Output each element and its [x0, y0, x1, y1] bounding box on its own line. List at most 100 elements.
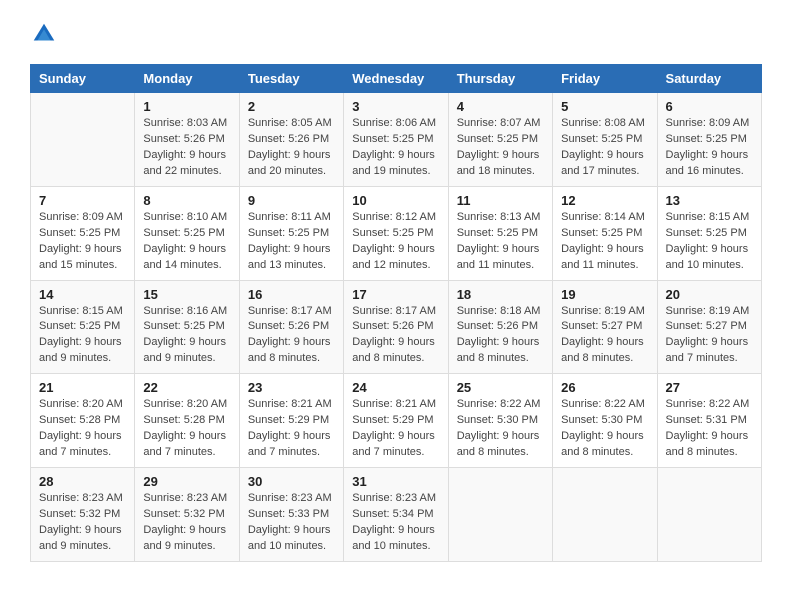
calendar-cell: 13 Sunrise: 8:15 AMSunset: 5:25 PMDayligh…	[657, 186, 761, 280]
day-info: Sunrise: 8:20 AMSunset: 5:28 PMDaylight:…	[39, 397, 126, 461]
day-number: 2	[248, 99, 335, 114]
day-info: Sunrise: 8:17 AMSunset: 5:26 PMDaylight:…	[352, 304, 439, 368]
day-number: 6	[666, 99, 753, 114]
day-info: Sunrise: 8:13 AMSunset: 5:25 PMDaylight:…	[457, 210, 544, 274]
calendar-cell: 5 Sunrise: 8:08 AMSunset: 5:25 PMDaylight…	[553, 93, 657, 187]
day-info: Sunrise: 8:18 AMSunset: 5:26 PMDaylight:…	[457, 304, 544, 368]
logo-icon	[30, 20, 58, 48]
day-info: Sunrise: 8:21 AMSunset: 5:29 PMDaylight:…	[352, 397, 439, 461]
day-info: Sunrise: 8:16 AMSunset: 5:25 PMDaylight:…	[143, 304, 230, 368]
calendar-cell: 31 Sunrise: 8:23 AMSunset: 5:34 PMDayligh…	[344, 468, 448, 562]
day-number: 15	[143, 287, 230, 302]
day-number: 30	[248, 474, 335, 489]
day-number: 16	[248, 287, 335, 302]
calendar-cell	[657, 468, 761, 562]
calendar-cell: 28 Sunrise: 8:23 AMSunset: 5:32 PMDayligh…	[31, 468, 135, 562]
day-info: Sunrise: 8:10 AMSunset: 5:25 PMDaylight:…	[143, 210, 230, 274]
day-info: Sunrise: 8:15 AMSunset: 5:25 PMDaylight:…	[39, 304, 126, 368]
calendar-cell: 10Sunrise: 8:12 AMSunset: 5:25 PMDayligh…	[344, 186, 448, 280]
day-info: Sunrise: 8:23 AMSunset: 5:34 PMDaylight:…	[352, 491, 439, 555]
calendar-week-row: 1 Sunrise: 8:03 AMSunset: 5:26 PMDaylight…	[31, 93, 762, 187]
calendar-cell: 24Sunrise: 8:21 AMSunset: 5:29 PMDayligh…	[344, 374, 448, 468]
calendar-cell: 4 Sunrise: 8:07 AMSunset: 5:25 PMDaylight…	[448, 93, 552, 187]
calendar-cell: 12 Sunrise: 8:14 AMSunset: 5:25 PMDayligh…	[553, 186, 657, 280]
day-info: Sunrise: 8:22 AMSunset: 5:31 PMDaylight:…	[666, 397, 753, 461]
calendar-cell: 6 Sunrise: 8:09 AMSunset: 5:25 PMDaylight…	[657, 93, 761, 187]
day-number: 27	[666, 380, 753, 395]
calendar-cell: 23 Sunrise: 8:21 AMSunset: 5:29 PMDayligh…	[239, 374, 343, 468]
day-number: 3	[352, 99, 439, 114]
calendar-cell: 27 Sunrise: 8:22 AMSunset: 5:31 PMDayligh…	[657, 374, 761, 468]
day-number: 19	[561, 287, 648, 302]
day-info: Sunrise: 8:08 AMSunset: 5:25 PMDaylight:…	[561, 116, 648, 180]
day-info: Sunrise: 8:19 AMSunset: 5:27 PMDaylight:…	[666, 304, 753, 368]
day-number: 18	[457, 287, 544, 302]
calendar-cell: 2 Sunrise: 8:05 AMSunset: 5:26 PMDaylight…	[239, 93, 343, 187]
day-number: 4	[457, 99, 544, 114]
day-number: 14	[39, 287, 126, 302]
weekday-header-saturday: Saturday	[657, 65, 761, 93]
day-number: 1	[143, 99, 230, 114]
calendar-cell: 29 Sunrise: 8:23 AMSunset: 5:32 PMDayligh…	[135, 468, 239, 562]
day-number: 29	[143, 474, 230, 489]
weekday-row: SundayMondayTuesdayWednesdayThursdayFrid…	[31, 65, 762, 93]
day-number: 17	[352, 287, 439, 302]
day-info: Sunrise: 8:14 AMSunset: 5:25 PMDaylight:…	[561, 210, 648, 274]
day-info: Sunrise: 8:22 AMSunset: 5:30 PMDaylight:…	[457, 397, 544, 461]
day-info: Sunrise: 8:03 AMSunset: 5:26 PMDaylight:…	[143, 116, 230, 180]
day-number: 25	[457, 380, 544, 395]
day-info: Sunrise: 8:09 AMSunset: 5:25 PMDaylight:…	[39, 210, 126, 274]
logo	[30, 20, 62, 48]
calendar-cell: 14 Sunrise: 8:15 AMSunset: 5:25 PMDayligh…	[31, 280, 135, 374]
day-info: Sunrise: 8:23 AMSunset: 5:32 PMDaylight:…	[39, 491, 126, 555]
day-number: 28	[39, 474, 126, 489]
day-info: Sunrise: 8:23 AMSunset: 5:33 PMDaylight:…	[248, 491, 335, 555]
day-info: Sunrise: 8:19 AMSunset: 5:27 PMDaylight:…	[561, 304, 648, 368]
calendar-cell: 3Sunrise: 8:06 AMSunset: 5:25 PMDaylight…	[344, 93, 448, 187]
day-info: Sunrise: 8:15 AMSunset: 5:25 PMDaylight:…	[666, 210, 753, 274]
day-number: 9	[248, 193, 335, 208]
calendar-cell: 21 Sunrise: 8:20 AMSunset: 5:28 PMDayligh…	[31, 374, 135, 468]
calendar-cell: 20 Sunrise: 8:19 AMSunset: 5:27 PMDayligh…	[657, 280, 761, 374]
calendar-cell	[31, 93, 135, 187]
day-number: 26	[561, 380, 648, 395]
day-info: Sunrise: 8:23 AMSunset: 5:32 PMDaylight:…	[143, 491, 230, 555]
day-number: 13	[666, 193, 753, 208]
day-number: 12	[561, 193, 648, 208]
calendar-cell: 16 Sunrise: 8:17 AMSunset: 5:26 PMDayligh…	[239, 280, 343, 374]
weekday-header-friday: Friday	[553, 65, 657, 93]
calendar-cell	[448, 468, 552, 562]
calendar-cell: 1 Sunrise: 8:03 AMSunset: 5:26 PMDaylight…	[135, 93, 239, 187]
day-info: Sunrise: 8:07 AMSunset: 5:25 PMDaylight:…	[457, 116, 544, 180]
calendar-week-row: 7 Sunrise: 8:09 AMSunset: 5:25 PMDaylight…	[31, 186, 762, 280]
day-number: 20	[666, 287, 753, 302]
day-number: 11	[457, 193, 544, 208]
calendar-cell: 8 Sunrise: 8:10 AMSunset: 5:25 PMDaylight…	[135, 186, 239, 280]
calendar-week-row: 21 Sunrise: 8:20 AMSunset: 5:28 PMDayligh…	[31, 374, 762, 468]
weekday-header-wednesday: Wednesday	[344, 65, 448, 93]
day-info: Sunrise: 8:05 AMSunset: 5:26 PMDaylight:…	[248, 116, 335, 180]
calendar-week-row: 28 Sunrise: 8:23 AMSunset: 5:32 PMDayligh…	[31, 468, 762, 562]
day-number: 23	[248, 380, 335, 395]
day-number: 7	[39, 193, 126, 208]
day-number: 22	[143, 380, 230, 395]
day-number: 31	[352, 474, 439, 489]
day-info: Sunrise: 8:09 AMSunset: 5:25 PMDaylight:…	[666, 116, 753, 180]
day-number: 8	[143, 193, 230, 208]
calendar-cell: 15 Sunrise: 8:16 AMSunset: 5:25 PMDayligh…	[135, 280, 239, 374]
calendar-cell	[553, 468, 657, 562]
weekday-header-monday: Monday	[135, 65, 239, 93]
calendar-header: SundayMondayTuesdayWednesdayThursdayFrid…	[31, 65, 762, 93]
day-number: 5	[561, 99, 648, 114]
day-info: Sunrise: 8:22 AMSunset: 5:30 PMDaylight:…	[561, 397, 648, 461]
calendar-body: 1 Sunrise: 8:03 AMSunset: 5:26 PMDaylight…	[31, 93, 762, 562]
calendar-cell: 22Sunrise: 8:20 AMSunset: 5:28 PMDayligh…	[135, 374, 239, 468]
calendar-cell: 11 Sunrise: 8:13 AMSunset: 5:25 PMDayligh…	[448, 186, 552, 280]
day-number: 21	[39, 380, 126, 395]
calendar-cell: 26 Sunrise: 8:22 AMSunset: 5:30 PMDayligh…	[553, 374, 657, 468]
day-info: Sunrise: 8:12 AMSunset: 5:25 PMDaylight:…	[352, 210, 439, 274]
calendar-cell: 7 Sunrise: 8:09 AMSunset: 5:25 PMDaylight…	[31, 186, 135, 280]
calendar-cell: 19 Sunrise: 8:19 AMSunset: 5:27 PMDayligh…	[553, 280, 657, 374]
day-info: Sunrise: 8:17 AMSunset: 5:26 PMDaylight:…	[248, 304, 335, 368]
day-info: Sunrise: 8:21 AMSunset: 5:29 PMDaylight:…	[248, 397, 335, 461]
